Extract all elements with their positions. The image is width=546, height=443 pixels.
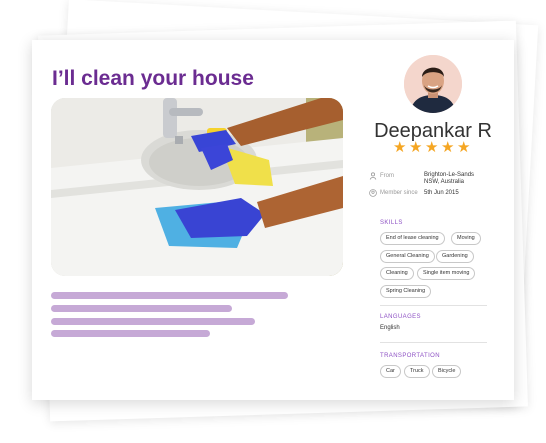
skill-chip: End of lease cleaning [380,232,445,245]
skill-chip: Gardening [436,250,474,263]
transport-chip: Truck [404,365,430,378]
star-icon: ★ [425,139,439,156]
member-since-label: Member since [380,190,418,196]
from-label: From [380,173,394,179]
transportation-title: TRANSPORTATION [380,353,440,359]
star-icon: ★ [393,139,407,156]
person-icon [369,172,377,180]
description-line [51,318,255,325]
star-icon: ★ [457,139,471,156]
star-icon: ★ [409,139,423,156]
skill-chip: General Cleaning [380,250,435,263]
avatar [404,55,462,113]
transport-chip: Bicycle [432,365,462,378]
from-value-line2: NSW, Australia [424,179,465,185]
star-icon: ★ [441,139,455,156]
skill-chip: Moving [451,232,481,245]
languages-title: LANGUAGES [380,314,421,320]
skill-chip: Spring Cleaning [380,285,432,298]
member-since-value: 5th Jun 2015 [424,190,459,196]
skill-chip: Cleaning [380,267,414,280]
skills-title: SKILLS [380,220,403,226]
from-value-line1: Brighton-Le-Sands [424,172,475,178]
description-line [51,305,232,312]
description-line [51,330,210,337]
section-divider [380,342,487,343]
job-headline: I’ll clean your house [52,67,254,90]
person-circle-icon [369,189,377,197]
star-rating: ★ ★ ★ ★ ★ [393,140,473,156]
language-item: English [380,325,400,331]
profile-card: I’ll clean your house Deepankar R ★ ★ ★ … [32,40,514,400]
transport-chip: Car [380,365,401,378]
cleaning-photo [51,98,343,276]
section-divider [380,305,487,306]
skill-chip: Single item moving [417,267,476,280]
description-line [51,292,288,299]
